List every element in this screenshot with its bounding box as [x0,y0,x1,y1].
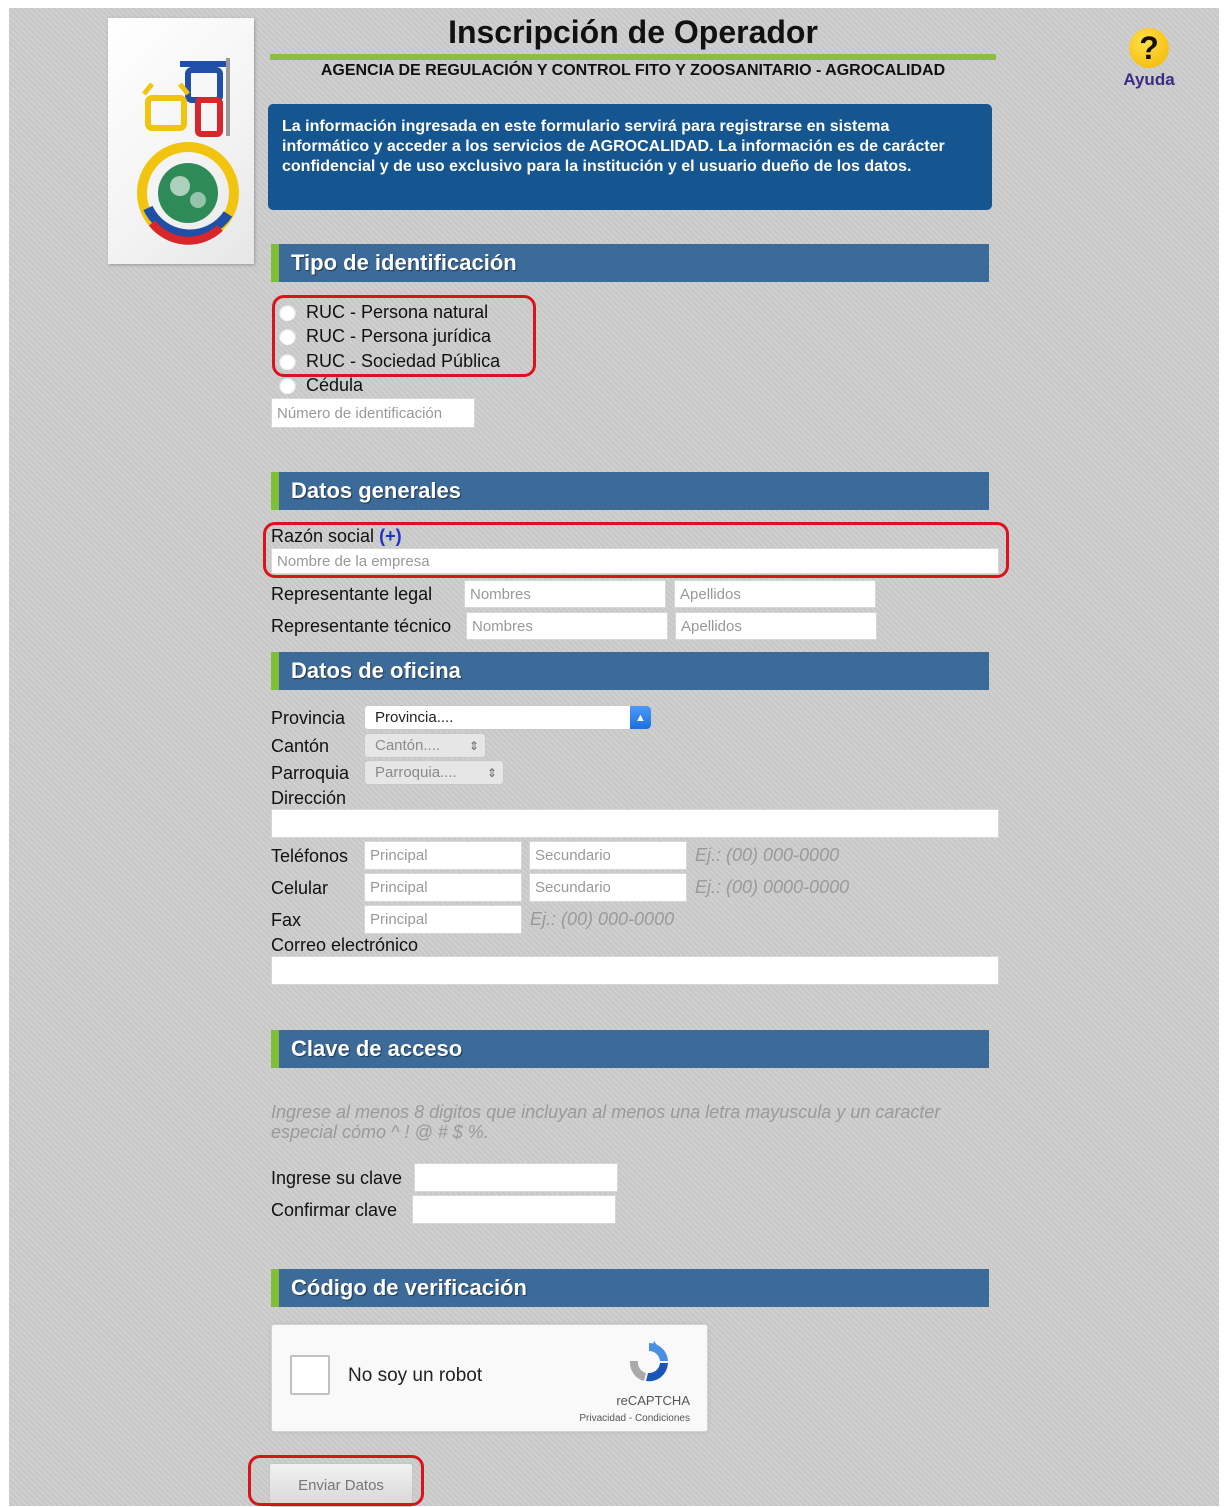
recaptcha-widget: No soy un robot reCAPTCHA Privacidad - C… [271,1324,708,1432]
fax-format-hint: Ej.: (00) 000-0000 [530,909,675,929]
canton-value: Cantón.... [375,737,441,754]
legal-representative-label: Representante legal [271,584,433,604]
fax-principal-input[interactable]: Principal [364,905,522,934]
section-title: Datos generales [291,478,461,503]
technical-firstname-input[interactable]: Nombres [466,612,668,640]
recaptcha-label: No soy un robot [348,1365,483,1386]
page-title: Inscripción de Operador [448,14,818,50]
canton-select[interactable]: Cantón.... ⇕ [364,733,486,758]
telefonos-label: Teléfonos [271,846,349,866]
telefono-principal-input[interactable]: Principal [364,841,522,870]
section-title: Clave de acceso [291,1036,463,1061]
highlight-ruc-options [272,295,536,377]
highlight-razon-social [263,522,1009,578]
section-general-data: Datos generales [271,472,989,510]
celular-secundario-input[interactable]: Secundario [529,873,687,902]
section-password: Clave de acceso [271,1030,989,1068]
confirmar-clave-label: Confirmar clave [271,1200,398,1220]
radio-label: Cédula [306,374,364,395]
help-icon[interactable]: ? [1129,28,1169,68]
help-label[interactable]: Ayuda [1118,70,1180,90]
password-hint: Ingrese al menos 8 digitos que incluyan … [271,1102,941,1142]
provincia-select[interactable]: Provincia.... ▲︎ [364,705,652,730]
section-title: Datos de oficina [291,658,461,683]
technical-lastname-input[interactable]: Apellidos [675,612,877,640]
section-title: Código de verificación [291,1275,527,1300]
title-underline [270,54,996,60]
parroquia-value: Parroquia.... [375,764,457,781]
section-title: Tipo de identificación [291,250,517,275]
provincia-label: Provincia [271,708,346,728]
telefono-secundario-input[interactable]: Secundario [529,841,687,870]
help-link[interactable]: ? Ayuda [1118,28,1180,90]
legal-lastname-input[interactable]: Apellidos [674,580,876,608]
correo-label: Correo electrónico [271,935,419,955]
telefono-format-hint: Ej.: (00) 000-0000 [695,845,840,865]
info-text: La información ingresada en este formula… [282,118,945,175]
password-input[interactable] [414,1163,618,1192]
select-arrows-icon: ⇕ [468,738,479,753]
section-verification: Código de verificación [271,1269,989,1307]
highlight-submit [248,1455,424,1506]
direccion-label: Dirección [271,788,347,808]
correo-input[interactable] [271,956,999,985]
recaptcha-links[interactable]: Privacidad - Condiciones [544,1413,690,1424]
select-arrows-icon: ⇕ [486,765,497,780]
recaptcha-checkbox[interactable] [290,1355,330,1395]
canton-label: Cantón [271,736,330,756]
confirm-password-input[interactable] [412,1195,616,1224]
select-arrows-icon: ▲︎ [630,706,651,729]
logo-graphic [137,58,239,245]
agency-name: AGENCIA DE REGULACIÓN Y CONTROL FITO Y Z… [320,62,946,79]
parroquia-label: Parroquia [271,763,350,783]
section-identification: Tipo de identificación [271,244,989,282]
celular-format-hint: Ej.: (00) 0000-0000 [695,877,850,897]
recaptcha-logo-icon [629,1341,668,1382]
direccion-input[interactable] [271,809,999,838]
technical-representative-label: Representante técnico [271,616,452,636]
identification-number-input[interactable]: Número de identificación [271,398,475,428]
parroquia-select[interactable]: Parroquia.... ⇕ [364,760,504,785]
celular-principal-input[interactable]: Principal [364,873,522,902]
celular-label: Celular [271,878,329,898]
ingrese-clave-label: Ingrese su clave [271,1168,403,1188]
fax-label: Fax [271,910,302,930]
recaptcha-brand: reCAPTCHA [616,1393,690,1408]
provincia-value: Provincia.... [375,709,454,726]
info-banner: La información ingresada en este formula… [268,104,992,210]
radio-button[interactable] [279,376,296,394]
section-office-data: Datos de oficina [271,652,989,690]
legal-firstname-input[interactable]: Nombres [464,580,666,608]
agrocalidad-logo [108,18,254,264]
